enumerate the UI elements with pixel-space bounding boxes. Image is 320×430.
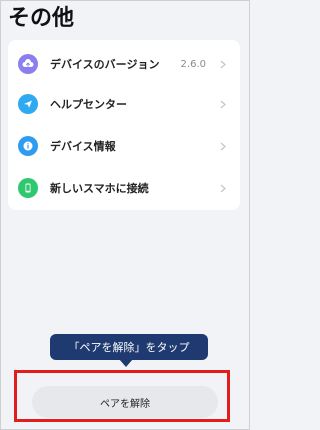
unpair-tooltip: 「ペアを解除」をタップ <box>50 334 208 360</box>
send-icon <box>18 94 38 114</box>
settings-card: デバイスのバージョン 2.6.0 ヘルプセンター デバイス情報 新しいスマホに接… <box>8 40 240 210</box>
menu-item-label: ヘルプセンター <box>50 98 127 111</box>
menu-item-device-version[interactable]: デバイスのバージョン 2.6.0 <box>8 44 240 84</box>
chevron-right-icon <box>218 141 228 151</box>
tooltip-arrow <box>119 359 133 367</box>
menu-item-device-info[interactable]: デバイス情報 <box>8 126 240 166</box>
menu-item-label: 新しいスマホに接続 <box>50 182 149 195</box>
chevron-right-icon <box>218 99 228 109</box>
menu-item-label: デバイスのバージョン <box>50 58 160 71</box>
page-title: その他 <box>8 6 75 31</box>
menu-item-connect-new-phone[interactable]: 新しいスマホに接続 <box>8 168 240 208</box>
cloud-upload-icon <box>18 54 38 74</box>
menu-item-help-center[interactable]: ヘルプセンター <box>8 84 240 124</box>
phone-icon <box>18 178 38 198</box>
unpair-button[interactable]: ペアを解除 <box>32 386 218 418</box>
menu-item-label: デバイス情報 <box>50 140 116 153</box>
chevron-right-icon <box>218 59 228 69</box>
chevron-right-icon <box>218 183 228 193</box>
info-icon <box>18 136 38 156</box>
version-value: 2.6.0 <box>180 58 206 70</box>
